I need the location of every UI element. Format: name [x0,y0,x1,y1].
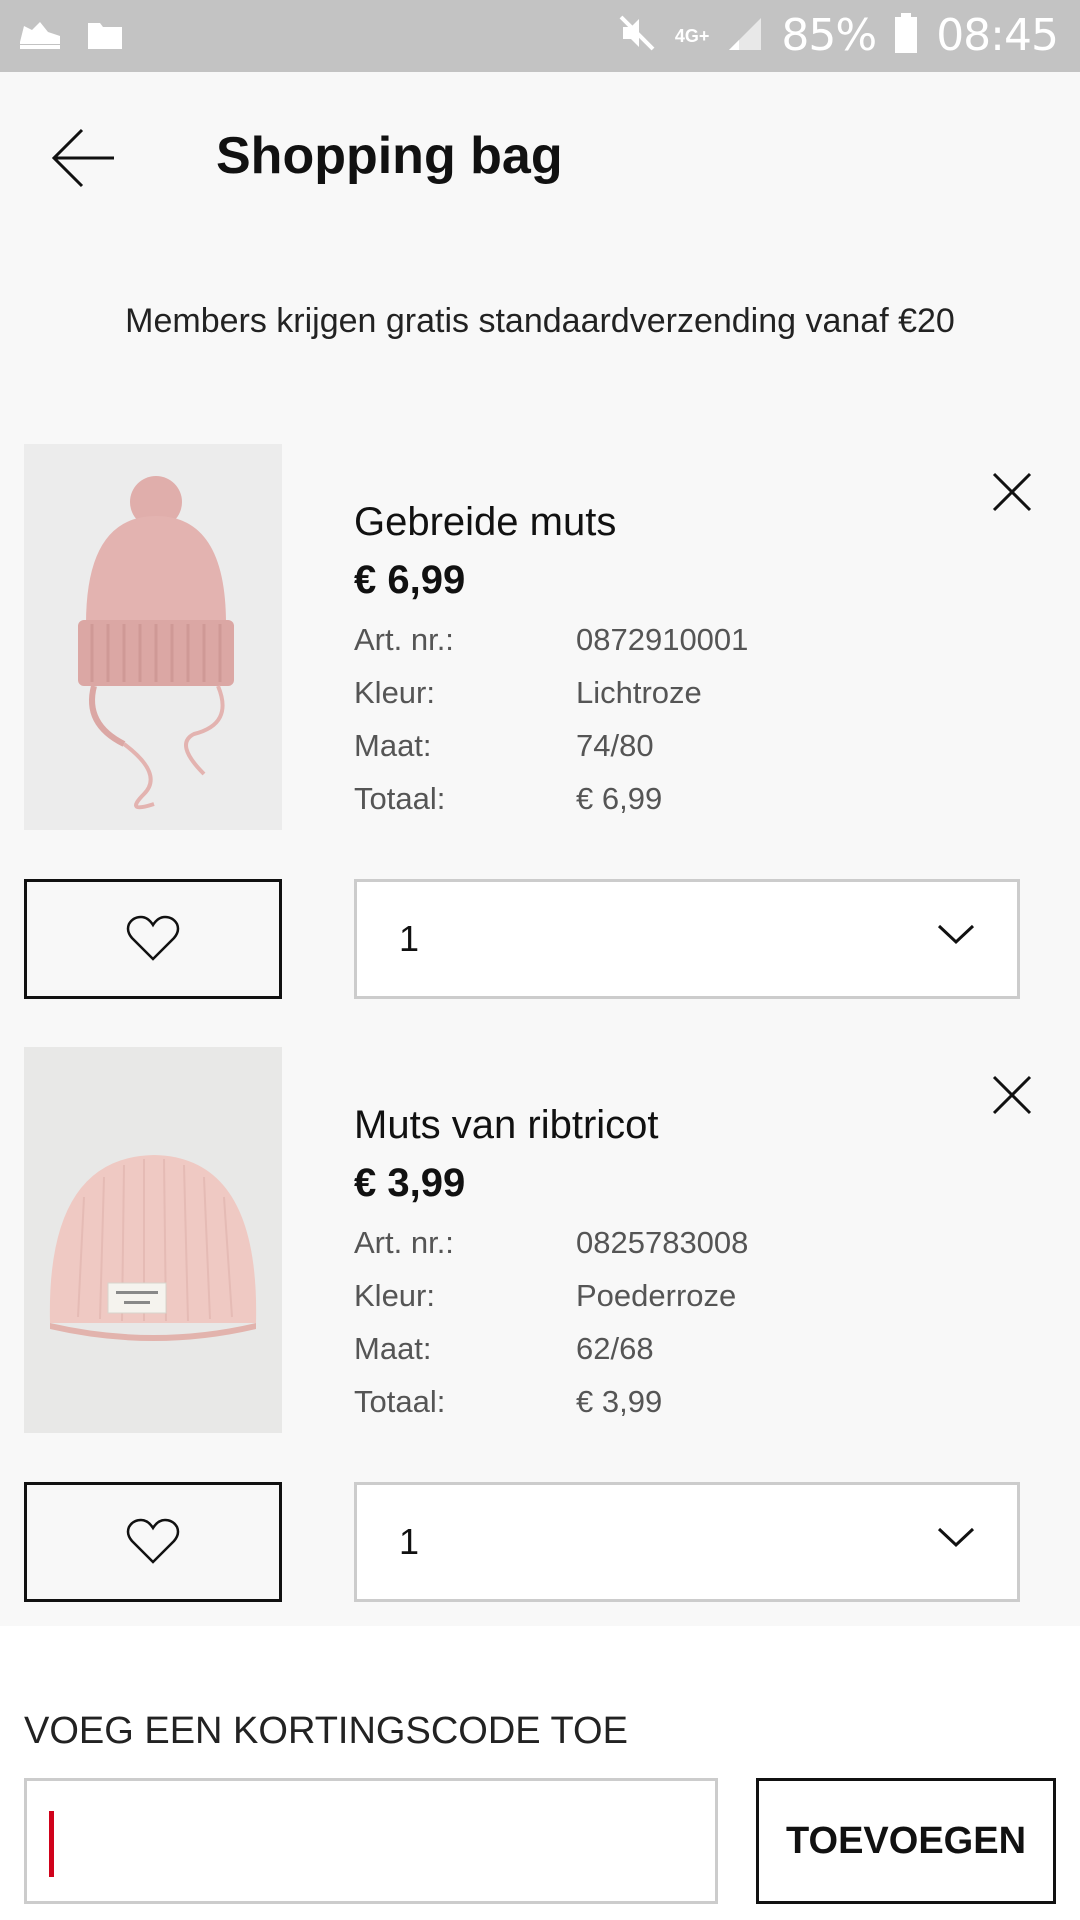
remove-item-button[interactable] [990,1073,1034,1117]
detail-label: Maat: [354,728,432,763]
chevron-down-icon [937,1527,975,1548]
favorite-button[interactable] [24,879,282,999]
remove-item-button[interactable] [990,470,1034,514]
product-image[interactable] [24,444,282,830]
add-coupon-button[interactable]: TOEVOEGEN [756,1778,1056,1904]
quantity-select[interactable]: 1 [354,879,1020,999]
chevron-down-icon [937,924,975,945]
detail-value: 74/80 [576,728,654,763]
coupon-section: VOEG EEN KORTINGSCODE TOE TOEVOEGEN [0,1626,1080,1920]
text-caret [49,1811,54,1877]
knit-hat-pompom-image [24,444,282,830]
detail-value: 62/68 [576,1331,654,1366]
page-title: Shopping bag [216,127,563,185]
network-indicator: 4G+ [674,25,710,46]
product-name[interactable]: Gebreide muts [354,500,616,545]
quantity-select[interactable]: 1 [354,1482,1020,1602]
signal-icon [727,14,763,57]
detail-size: Maat: 62/68 [354,1331,654,1367]
detail-value: € 6,99 [576,781,663,816]
product-name[interactable]: Muts van ribtricot [354,1103,659,1148]
shoe-app-icon [18,16,62,57]
detail-value: Poederroze [576,1278,737,1313]
detail-value: € 3,99 [576,1384,663,1419]
detail-label: Art. nr.: [354,622,454,657]
clock: 08:45 [936,10,1059,61]
mute-icon [617,13,657,58]
header: Shopping bag [0,72,1080,242]
coupon-label: VOEG EEN KORTINGSCODE TOE [24,1710,628,1752]
rib-knit-hat-image [24,1047,282,1433]
detail-color: Kleur: Poederroze [354,1278,736,1314]
arrow-left-icon [51,128,114,188]
quantity-value: 1 [399,1521,420,1562]
favorite-button[interactable] [24,1482,282,1602]
shipping-promo: Members krijgen gratis standaardverzendi… [125,302,955,340]
battery-icon [894,13,918,58]
status-bar: 4G+ 85% 08:45 [0,0,1080,72]
detail-total: Totaal: € 6,99 [354,781,662,817]
folder-icon [86,17,124,56]
detail-label: Kleur: [354,1278,435,1313]
close-icon [992,472,1032,512]
detail-label: Totaal: [354,781,446,816]
battery-percentage: 85% [781,10,877,61]
detail-size: Maat: 74/80 [354,728,654,764]
heart-icon [126,1518,180,1564]
detail-total: Totaal: € 3,99 [354,1384,662,1420]
heart-icon [126,915,180,961]
product-price: € 6,99 [354,558,466,602]
detail-value: Lichtroze [576,675,702,710]
detail-value: 0872910001 [576,622,749,657]
detail-label: Maat: [354,1331,432,1366]
detail-article: Art. nr.: 0825783008 [354,1225,748,1261]
coupon-code-input[interactable] [24,1778,718,1904]
detail-value: 0825783008 [576,1225,749,1260]
detail-color: Kleur: Lichtroze [354,675,702,711]
close-icon [992,1075,1032,1115]
detail-label: Art. nr.: [354,1225,454,1260]
detail-label: Kleur: [354,675,435,710]
product-price: € 3,99 [354,1161,466,1205]
detail-article: Art. nr.: 0872910001 [354,622,748,658]
back-button[interactable] [48,122,120,194]
detail-label: Totaal: [354,1384,446,1419]
quantity-value: 1 [399,918,420,959]
product-image[interactable] [24,1047,282,1433]
